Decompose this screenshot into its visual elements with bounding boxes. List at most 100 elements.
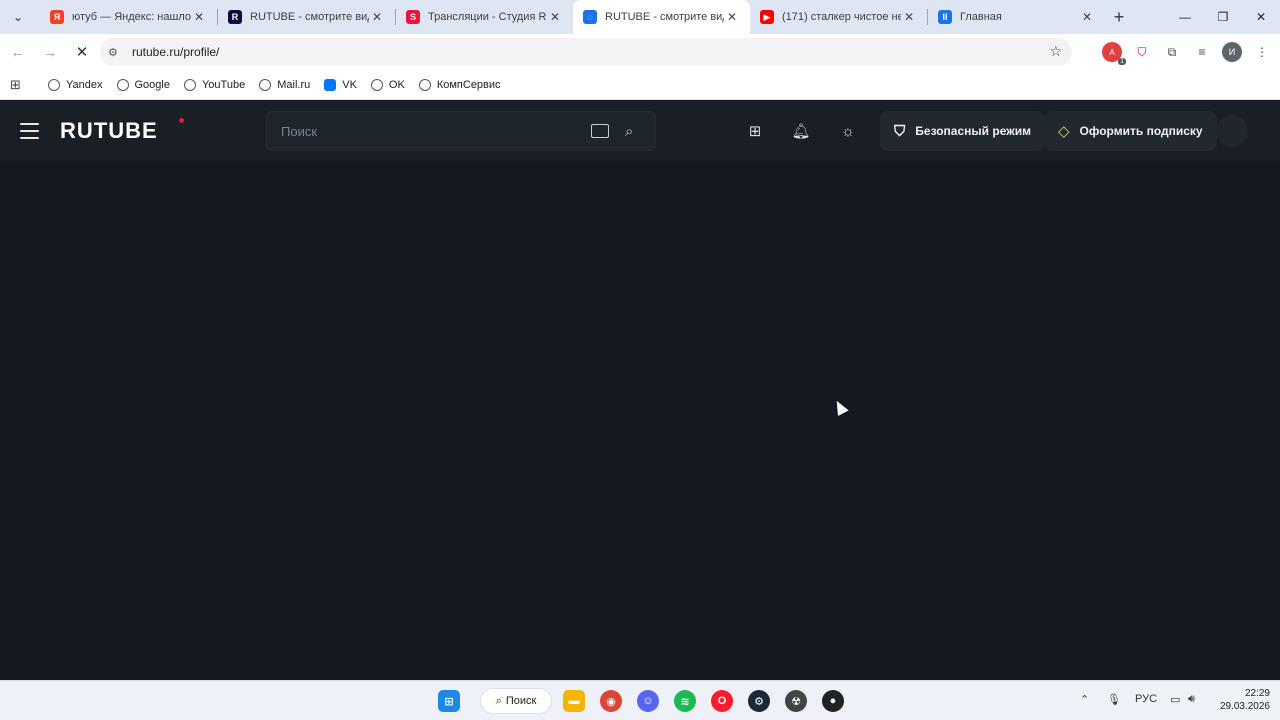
- language-indicator[interactable]: РУС: [1135, 693, 1157, 705]
- window-controls: — ❐ ✕: [1166, 0, 1280, 34]
- extension-badge: 1: [1118, 58, 1126, 65]
- discord-icon[interactable]: ☺: [637, 690, 659, 712]
- bookmark-label: КомпСервис: [436, 78, 501, 91]
- diamond-icon: ◇: [1058, 123, 1070, 140]
- forward-arrow-icon[interactable]: →: [36, 38, 64, 66]
- safe-mode-button[interactable]: ⛉ Безопасный режим: [880, 111, 1045, 151]
- taskbar-search-icon: ⌕: [495, 694, 502, 707]
- globe-icon: [183, 78, 196, 91]
- bookmark-item[interactable]: VK: [324, 78, 357, 91]
- address-bar[interactable]: ⚙ rutube.ru/profile/ ☆: [100, 38, 1072, 66]
- steam-icon[interactable]: ⚙: [748, 690, 770, 712]
- keyboard-icon[interactable]: [591, 124, 609, 138]
- stop-loading-icon[interactable]: ✕: [68, 38, 96, 66]
- clock[interactable]: 22:29 29.03.2026: [1220, 687, 1270, 713]
- tab-title: RUTUBE - смотрите видео: [605, 11, 724, 23]
- new-tab-icon[interactable]: +: [1105, 7, 1133, 28]
- tab-title: ютуб — Яндекс: нашлось: [72, 11, 191, 23]
- obs-icon[interactable]: ●: [822, 690, 844, 712]
- search-placeholder: Поиск: [281, 124, 318, 139]
- bookmark-item[interactable]: Yandex: [48, 78, 103, 91]
- spotify-icon[interactable]: ≋: [674, 690, 696, 712]
- browser-tab[interactable]: S Трансляции - Студия RUTUBE✕: [396, 0, 573, 34]
- shield-icon: ⛉: [894, 122, 906, 140]
- tab-favicon-icon: S: [406, 10, 420, 24]
- tray-chevron-icon[interactable]: ⌃: [1080, 693, 1089, 706]
- logo-dot: [179, 118, 184, 123]
- mouse-cursor-icon: [831, 398, 849, 416]
- tab-title: Главная: [960, 11, 1002, 23]
- taskbar-search-button[interactable]: ⌕ Поиск: [480, 688, 552, 714]
- search-input[interactable]: Поиск ⌕: [266, 111, 656, 151]
- bookmark-label: VK: [342, 78, 357, 91]
- tab-favicon-icon: R: [228, 10, 242, 24]
- tab-favicon-icon: ◌: [583, 10, 597, 24]
- tab-list: Яютуб — Яндекс: нашлось ✕ R RUTUBE - смотри…: [40, 0, 1105, 34]
- subscribe-button[interactable]: ◇ Оформить подписку: [1044, 111, 1217, 151]
- extensions-puzzle-icon[interactable]: ⧉: [1162, 42, 1182, 62]
- adblock-extension-icon[interactable]: A1: [1102, 42, 1126, 65]
- tab-close-icon[interactable]: ✕: [1079, 10, 1095, 24]
- tab-close-icon[interactable]: ✕: [191, 10, 207, 24]
- tab-close-icon[interactable]: ✕: [901, 10, 917, 24]
- tab-favicon-icon: Я: [50, 10, 64, 24]
- chrome-icon[interactable]: ◉: [600, 690, 622, 712]
- toolbar: ← → ✕ ⚙ rutube.ru/profile/ ☆ A1 ⛉ ⧉ ≡ И …: [0, 34, 1280, 70]
- bookmark-label: OK: [388, 78, 405, 91]
- browser-tab[interactable]: ▶ (171) сталкер чистое небо✕: [750, 0, 927, 34]
- microphone-icon[interactable]: 🎙︎: [1107, 693, 1121, 706]
- bookmark-item[interactable]: Google: [116, 78, 170, 91]
- rutube-page: RUTUBE Поиск ⌕ ⊞ 🔔︎ ☼ ⛉ Безопасный режим…: [0, 101, 1280, 680]
- bookmark-item[interactable]: YouTube: [183, 78, 246, 91]
- minimize-icon[interactable]: —: [1166, 0, 1204, 34]
- file-explorer-icon[interactable]: ▬: [563, 690, 585, 712]
- media-control-icon[interactable]: ≡: [1192, 42, 1212, 62]
- browser-tab[interactable]: R RUTUBE - смотрите видео✕: [218, 0, 395, 34]
- tab-strip: ⌄ Яютуб — Яндекс: нашлось ✕ R RUTUBE - смот…: [0, 0, 1280, 34]
- taskbar-search-label: Поиск: [505, 695, 537, 707]
- globe-icon: [259, 78, 272, 91]
- ublock-extension-icon[interactable]: ⛉: [1132, 42, 1152, 62]
- user-avatar[interactable]: [1216, 115, 1248, 147]
- bookmark-item[interactable]: OK: [370, 78, 405, 91]
- subscribe-label: Оформить подписку: [1079, 124, 1203, 138]
- browser-tab[interactable]: ◌ RUTUBE - смотрите видео✕: [573, 0, 750, 34]
- network-icon[interactable]: ▭: [1170, 693, 1180, 706]
- profile-avatar-icon[interactable]: И: [1222, 42, 1242, 62]
- rutube-header: RUTUBE Поиск ⌕ ⊞ 🔔︎ ☼ ⛉ Безопасный режим…: [0, 101, 1280, 161]
- bookmark-label: YouTube: [201, 78, 246, 91]
- tab-close-icon[interactable]: ✕: [547, 10, 563, 24]
- bookmark-star-icon[interactable]: ☆: [1049, 43, 1062, 60]
- radiation-app-icon[interactable]: ☢: [785, 690, 807, 712]
- close-window-icon[interactable]: ✕: [1242, 0, 1280, 34]
- tab-title: RUTUBE - смотрите видео: [250, 11, 369, 23]
- tab-favicon-icon: II: [938, 10, 952, 24]
- theme-sun-icon[interactable]: ☼: [838, 121, 858, 141]
- site-info-icon[interactable]: ⚙: [108, 46, 124, 59]
- tab-close-icon[interactable]: ✕: [369, 10, 385, 24]
- tab-title: (171) сталкер чистое небо: [782, 11, 901, 23]
- menu-burger-icon[interactable]: [20, 123, 39, 139]
- bookmark-list: Yandex Google YouTube Mail.ru VK OK КомпСервис: [48, 78, 515, 91]
- bookmark-item[interactable]: КомпСервис: [418, 78, 501, 91]
- upload-video-icon[interactable]: ⊞: [745, 121, 765, 141]
- windows-start-icon[interactable]: ⊞: [438, 690, 460, 712]
- browser-tab[interactable]: Яютуб — Яндекс: нашлось ✕: [40, 0, 217, 34]
- restore-icon[interactable]: ❐: [1204, 0, 1242, 34]
- bookmarks-bar: ⊞ Yandex Google YouTube Mail.ru VK OK КомпСерв…: [0, 70, 1280, 100]
- globe-icon: [370, 78, 383, 91]
- tab-close-icon[interactable]: ✕: [724, 10, 740, 24]
- extensions-area: A1 ⛉ ⧉ ≡ И ⋮: [1102, 38, 1272, 66]
- rutube-logo[interactable]: RUTUBE: [60, 118, 158, 144]
- bookmark-item[interactable]: Mail.ru: [259, 78, 310, 91]
- back-arrow-icon[interactable]: ←: [4, 38, 32, 66]
- volume-icon[interactable]: 🔊︎: [1188, 693, 1195, 706]
- menu-dots-icon[interactable]: ⋮: [1252, 42, 1272, 62]
- opera-icon[interactable]: O: [711, 690, 733, 712]
- apps-grid-icon[interactable]: ⊞: [10, 77, 26, 93]
- globe-icon: [324, 78, 337, 91]
- bell-icon[interactable]: 🔔︎: [791, 121, 811, 141]
- tab-search-chevron-icon[interactable]: ⌄: [4, 3, 32, 31]
- browser-tab[interactable]: II Главная ✕: [928, 0, 1105, 34]
- search-icon[interactable]: ⌕: [625, 123, 643, 141]
